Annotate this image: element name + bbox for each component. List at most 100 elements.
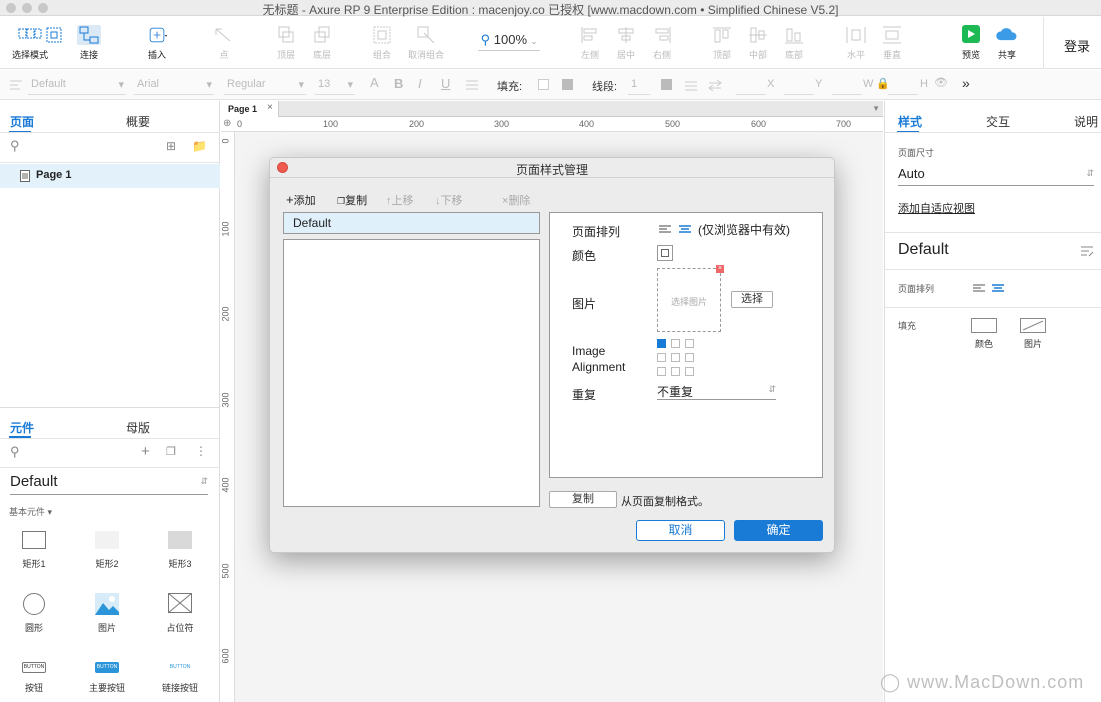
chevron-double-right-icon[interactable]: »: [962, 75, 970, 91]
align-bottom-center-cell[interactable]: [671, 367, 680, 376]
font-select[interactable]: Arial ▾: [134, 75, 214, 95]
arrow-style-icon[interactable]: [708, 79, 722, 91]
delete-style-button[interactable]: ×删除: [502, 192, 530, 208]
tab-pages[interactable]: 页面: [10, 113, 34, 130]
copy-style-button[interactable]: ❐复制: [337, 192, 367, 208]
align-middle-center-cell[interactable]: [671, 353, 680, 362]
underline-icon[interactable]: U: [441, 76, 450, 91]
align-top-left-cell[interactable]: [657, 339, 666, 348]
tab-menu-chevron-icon[interactable]: ▼: [872, 104, 880, 113]
more-options-icon[interactable]: ⋮: [195, 444, 207, 458]
add-library-icon[interactable]: +: [141, 443, 150, 460]
ungroup-button[interactable]: 取消组合: [404, 17, 448, 69]
align-left-button[interactable]: 左侧: [576, 17, 604, 69]
width-field[interactable]: [832, 75, 862, 95]
widget-placeholder[interactable]: 占位符: [158, 593, 202, 634]
search-icon[interactable]: ⚲: [10, 444, 20, 460]
fill-color-option[interactable]: 颜色: [969, 318, 999, 350]
group-button[interactable]: 组合: [368, 17, 396, 69]
add-page-icon[interactable]: ⊞: [166, 139, 176, 153]
move-down-button[interactable]: ↓下移: [435, 192, 463, 208]
italic-icon[interactable]: I: [418, 76, 422, 91]
add-folder-icon[interactable]: 📁: [192, 139, 207, 153]
distribute-vertical-button[interactable]: 垂直: [878, 17, 906, 69]
close-tab-icon[interactable]: ×: [267, 102, 273, 113]
align-left-icon[interactable]: [658, 224, 672, 234]
search-icon[interactable]: ⚲: [10, 138, 20, 154]
widget-button[interactable]: BUTTON 按钮: [12, 662, 56, 694]
library-stack-icon[interactable]: ❐: [166, 445, 176, 458]
align-right-button[interactable]: 右侧: [648, 17, 676, 69]
page-tab[interactable]: Page 1 ×: [221, 101, 279, 117]
x-field[interactable]: [736, 75, 766, 95]
align-middle-button[interactable]: 中部: [744, 17, 772, 69]
font-size-select[interactable]: 13 ▾: [315, 75, 355, 95]
height-field[interactable]: [888, 75, 918, 95]
move-up-button[interactable]: ↑上移: [386, 192, 414, 208]
tab-notes[interactable]: 说明: [1074, 113, 1098, 130]
align-top-center-cell[interactable]: [671, 339, 680, 348]
add-adaptive-view-link[interactable]: 添加自适应视图: [898, 200, 975, 216]
insert-button[interactable]: 插入: [140, 17, 174, 69]
widget-circle[interactable]: 圆形: [12, 593, 56, 634]
login-button[interactable]: 登录: [1064, 36, 1090, 55]
align-center-button[interactable]: 居中: [612, 17, 640, 69]
align-center-icon[interactable]: [678, 224, 692, 234]
line-style-icon[interactable]: [684, 79, 698, 91]
bring-to-front-button[interactable]: 顶层: [272, 17, 300, 69]
widget-image[interactable]: 图片: [85, 593, 129, 634]
bold-icon[interactable]: B: [394, 76, 403, 91]
remove-image-icon[interactable]: ×: [716, 265, 724, 273]
align-middle-left-cell[interactable]: [657, 353, 666, 362]
font-color-icon[interactable]: A: [370, 75, 379, 90]
align-top-right-cell[interactable]: [685, 339, 694, 348]
cancel-button[interactable]: 取消: [636, 520, 725, 541]
style-list[interactable]: [283, 239, 540, 507]
image-drop-zone[interactable]: 选择图片 ×: [657, 265, 724, 332]
copy-from-page-button[interactable]: 复制: [549, 491, 617, 508]
align-left-icon[interactable]: [972, 283, 986, 293]
repeat-select[interactable]: 不重复 ⇵: [657, 383, 776, 400]
fill-image-option[interactable]: 图片: [1018, 318, 1048, 350]
widget-rectangle-1[interactable]: 矩形1: [12, 531, 56, 570]
tab-masters[interactable]: 母版: [126, 419, 150, 436]
add-style-button[interactable]: +添加: [286, 192, 316, 208]
color-picker[interactable]: [657, 245, 673, 261]
fill-color-swatch[interactable]: [538, 79, 549, 90]
y-field[interactable]: [784, 75, 814, 95]
tab-style[interactable]: 样式: [898, 113, 922, 130]
align-center-icon[interactable]: [991, 283, 1005, 293]
widget-rectangle-2[interactable]: 矩形2: [85, 531, 129, 570]
widget-link-button[interactable]: BUTTON 链接按钮: [158, 662, 202, 694]
send-to-back-button[interactable]: 底层: [308, 17, 336, 69]
tab-widgets[interactable]: 元件: [10, 419, 34, 436]
style-list-item-selected[interactable]: Default: [283, 212, 540, 234]
align-bottom-left-cell[interactable]: [657, 367, 666, 376]
library-select[interactable]: Default ⇵: [10, 473, 208, 495]
align-bottom-button[interactable]: 底部: [780, 17, 808, 69]
tab-outline[interactable]: 概要: [126, 113, 150, 130]
page-size-select[interactable]: Auto ⇵: [898, 166, 1094, 186]
fill-shadow-swatch[interactable]: [562, 79, 573, 90]
align-top-button[interactable]: 顶部: [708, 17, 736, 69]
line-color-swatch[interactable]: [661, 79, 672, 90]
text-align-icon[interactable]: [465, 79, 479, 91]
point-button[interactable]: 点: [210, 17, 238, 69]
widget-rectangle-3[interactable]: 矩形3: [158, 531, 202, 570]
style-select[interactable]: Default ▾: [28, 75, 126, 95]
style-manager-icon[interactable]: [1080, 245, 1094, 257]
distribute-horizontal-button[interactable]: 水平: [842, 17, 870, 69]
connect-button[interactable]: 连接: [74, 17, 104, 69]
ok-button[interactable]: 确定: [734, 520, 823, 541]
align-bottom-right-cell[interactable]: [685, 367, 694, 376]
preview-button[interactable]: 预览: [956, 17, 986, 69]
align-middle-right-cell[interactable]: [685, 353, 694, 362]
visibility-eye-icon[interactable]: 👁: [934, 76, 948, 89]
share-button[interactable]: 共享: [992, 17, 1022, 69]
line-width-field[interactable]: 1: [628, 75, 650, 95]
crop-select-button[interactable]: [42, 17, 66, 69]
page-tree-item[interactable]: Page 1: [0, 164, 220, 188]
tab-interaction[interactable]: 交互: [986, 113, 1010, 130]
widget-primary-button[interactable]: BUTTON 主要按钮: [85, 662, 129, 694]
zoom-control[interactable]: ⚲ 100% ⌄: [478, 17, 540, 69]
